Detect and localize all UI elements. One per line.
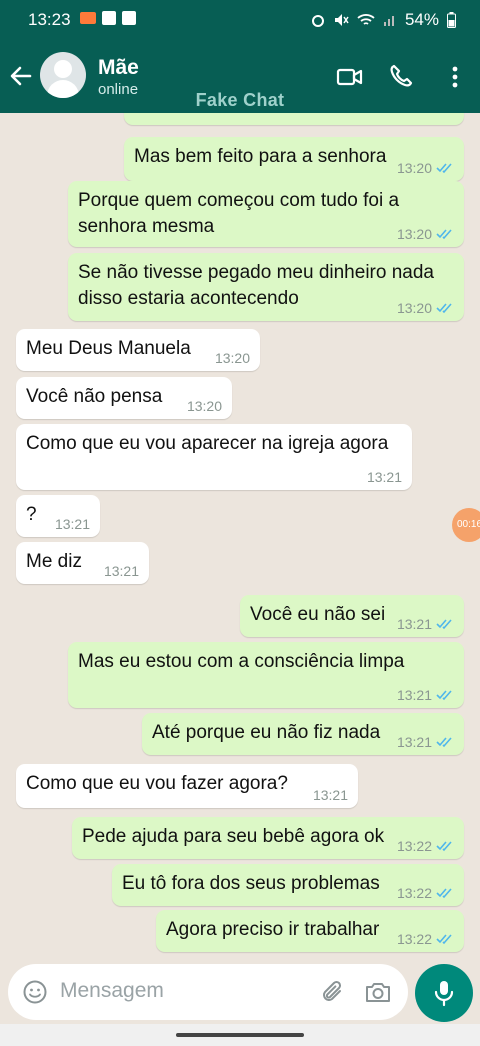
message-text: Mas eu estou com a consciência limpa bbox=[78, 651, 405, 672]
battery-percent: 54% bbox=[404, 10, 439, 29]
message-time: 13:21 bbox=[396, 616, 432, 632]
signal-icon bbox=[383, 16, 394, 26]
message-bubble-outgoing[interactable]: Mas eu estou com a consciência limpa 13:… bbox=[68, 642, 464, 708]
message-bubble-incoming[interactable]: Você não pensa 13:20 bbox=[16, 377, 232, 419]
message-time: 13:22 bbox=[396, 838, 432, 854]
read-ticks-icon bbox=[436, 303, 452, 314]
voice-record-button[interactable] bbox=[415, 964, 473, 1022]
message-time: 13:21 bbox=[103, 563, 139, 579]
watermark-text: Fake Chat bbox=[195, 90, 285, 110]
message-input-box[interactable]: Mensagem bbox=[8, 964, 408, 1020]
read-ticks-icon bbox=[436, 229, 452, 240]
system-icons: 54% bbox=[311, 10, 456, 30]
message-time: 13:21 bbox=[396, 734, 432, 750]
message-text: Como que eu vou aparecer na igreja agora bbox=[26, 433, 389, 454]
floating-timer-bubble[interactable]: 00:16 bbox=[452, 508, 480, 542]
message-input-placeholder[interactable]: Mensagem bbox=[60, 979, 164, 1003]
read-ticks-icon bbox=[436, 841, 452, 852]
read-ticks-icon bbox=[436, 163, 452, 174]
chat-header: Mãe online Fake Chat bbox=[0, 40, 480, 113]
message-time: 13:21 bbox=[312, 787, 348, 803]
message-bubble-outgoing[interactable]: Mas bem feito para a senhora 13:20 bbox=[124, 137, 464, 181]
home-handle[interactable] bbox=[176, 1033, 304, 1037]
read-ticks-icon bbox=[436, 737, 452, 748]
wifi-icon bbox=[357, 14, 375, 25]
message-time: 13:20 bbox=[396, 300, 432, 316]
mic-icon bbox=[434, 981, 454, 1007]
floating-timer-text: 00:16 bbox=[457, 519, 480, 530]
message-time: 13:20 bbox=[186, 398, 222, 414]
emoji-icon[interactable] bbox=[22, 979, 48, 1005]
message-time: 13:20 bbox=[396, 160, 432, 176]
play-store-icon bbox=[122, 11, 136, 25]
message-time: 13:22 bbox=[396, 885, 432, 901]
alarm-icon bbox=[311, 15, 324, 27]
message-time: 13:20 bbox=[396, 226, 432, 242]
composer-bar: Mensagem bbox=[0, 956, 480, 1024]
read-ticks-icon bbox=[436, 888, 452, 899]
message-bubble-outgoing[interactable]: Pede ajuda para seu bebê agora ok 13:22 bbox=[72, 817, 464, 859]
status-bar: 13:23 54% bbox=[0, 0, 480, 40]
message-text: Porque quem começou com tudo foi a senho… bbox=[78, 190, 400, 237]
more-options-icon[interactable] bbox=[440, 62, 470, 92]
message-bubble-incoming[interactable]: Como que eu vou aparecer na igreja agora… bbox=[16, 424, 412, 490]
notification-icons bbox=[80, 11, 136, 25]
camera-icon[interactable] bbox=[364, 979, 392, 1005]
message-bubble-outgoing[interactable] bbox=[124, 113, 464, 125]
message-time: 13:22 bbox=[396, 931, 432, 947]
message-bubble-incoming[interactable]: ? 13:21 bbox=[16, 495, 100, 537]
battery-icon bbox=[447, 12, 456, 28]
message-bubble-incoming[interactable]: Como que eu vou fazer agora? 13:21 bbox=[16, 764, 358, 808]
message-bubble-outgoing[interactable]: Agora preciso ir trabalhar 13:22 bbox=[156, 910, 464, 952]
message-time: 13:21 bbox=[396, 687, 432, 703]
attach-icon[interactable] bbox=[320, 979, 346, 1005]
message-bubble-outgoing[interactable]: Você eu não sei 13:21 bbox=[240, 595, 464, 637]
message-bubble-outgoing[interactable]: Até porque eu não fiz nada 13:21 bbox=[142, 713, 464, 755]
video-call-icon[interactable] bbox=[335, 62, 365, 92]
message-bubble-outgoing[interactable]: Porque quem começou com tudo foi a senho… bbox=[68, 181, 464, 247]
system-nav-bar bbox=[0, 1024, 480, 1046]
mute-icon bbox=[334, 14, 349, 26]
read-ticks-icon bbox=[436, 690, 452, 701]
message-text: Como que eu vou fazer agora? bbox=[26, 773, 288, 794]
message-bubble-incoming[interactable]: Me diz 13:21 bbox=[16, 542, 149, 584]
status-time: 13:23 bbox=[28, 10, 71, 29]
message-time: 13:20 bbox=[214, 350, 250, 366]
recording-icon bbox=[80, 12, 96, 24]
message-time: 13:21 bbox=[54, 516, 90, 532]
message-bubble-outgoing[interactable]: Se não tivesse pegado meu dinheiro nada … bbox=[68, 253, 464, 321]
voice-call-icon[interactable] bbox=[387, 62, 417, 92]
folder-icon bbox=[102, 11, 116, 25]
message-list[interactable]: Mas bem feito para a senhora 13:20 Porqu… bbox=[0, 113, 480, 956]
message-time: 13:21 bbox=[366, 469, 402, 485]
read-ticks-icon bbox=[436, 934, 452, 945]
message-bubble-incoming[interactable]: Meu Deus Manuela 13:20 bbox=[16, 329, 260, 371]
back-arrow-icon[interactable] bbox=[8, 58, 34, 94]
contact-name[interactable]: Mãe bbox=[98, 56, 139, 80]
read-ticks-icon bbox=[436, 619, 452, 630]
message-bubble-outgoing[interactable]: Eu tô fora dos seus problemas 13:22 bbox=[112, 864, 464, 906]
